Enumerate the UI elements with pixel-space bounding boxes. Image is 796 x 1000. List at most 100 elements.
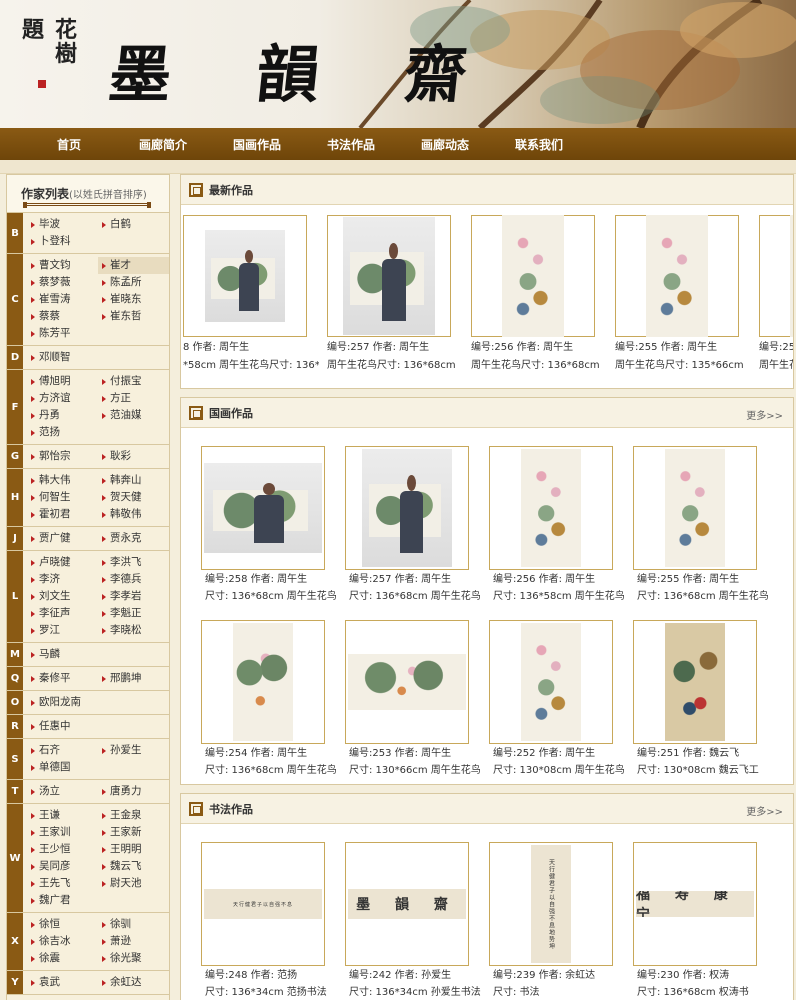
artist-link[interactable]: 罗江 <box>27 622 98 639</box>
artist-link[interactable]: 霍初君 <box>27 506 98 523</box>
artist-link[interactable]: 邢鹏坤 <box>98 670 169 687</box>
artwork-image[interactable] <box>646 215 708 337</box>
artwork-frame[interactable] <box>489 620 613 744</box>
artwork-image[interactable]: 天行健君子以自强不息地势坤 <box>531 845 571 963</box>
artwork-image[interactable] <box>521 623 581 741</box>
artist-link[interactable]: 李洪飞 <box>98 554 169 571</box>
artist-link[interactable]: 汤立 <box>27 783 98 800</box>
artist-link[interactable]: 刘文生 <box>27 588 98 605</box>
artist-link[interactable]: 袁武 <box>27 974 98 991</box>
artwork-image[interactable] <box>362 449 452 567</box>
artist-link[interactable]: 陈孟所 <box>98 274 169 291</box>
artwork-image[interactable] <box>348 654 466 710</box>
artist-link[interactable]: 何智生 <box>27 489 98 506</box>
artist-link[interactable]: 李晓松 <box>98 622 169 639</box>
artist-link[interactable]: 方济谊 <box>27 390 98 407</box>
shufa-more-link[interactable]: 更多>> <box>746 803 783 818</box>
artwork-frame[interactable]: 天行健君子以自强不息 <box>201 842 325 966</box>
artwork-image[interactable] <box>233 623 293 741</box>
artist-link[interactable]: 贺天健 <box>98 489 169 506</box>
artwork-frame[interactable] <box>633 620 757 744</box>
artist-link[interactable]: 李德兵 <box>98 571 169 588</box>
artwork-image[interactable] <box>521 449 581 567</box>
artist-link[interactable]: 卢晓健 <box>27 554 98 571</box>
artwork-frame[interactable]: 福 寿 康 宁 <box>633 842 757 966</box>
artist-link[interactable]: 傅旭明 <box>27 373 98 390</box>
artist-link[interactable]: 徐吉冰 <box>27 933 98 950</box>
artist-link[interactable]: 马麟 <box>27 646 98 663</box>
artist-link[interactable]: 李济 <box>27 571 98 588</box>
artwork-frame[interactable] <box>489 446 613 570</box>
nav-shufa[interactable]: 书法作品 <box>304 136 398 153</box>
artwork-image[interactable] <box>502 215 564 337</box>
artist-link[interactable]: 萧逊 <box>98 933 169 950</box>
artist-link[interactable]: 魏广君 <box>27 892 98 909</box>
nav-guohua[interactable]: 国画作品 <box>210 136 304 153</box>
artwork-frame[interactable] <box>183 215 307 337</box>
artwork-image[interactable] <box>343 217 435 335</box>
artist-link[interactable]: 贾永克 <box>98 530 169 547</box>
artist-link[interactable]: 范扬 <box>27 424 98 441</box>
artist-link[interactable]: 韩大伟 <box>27 472 98 489</box>
artist-link[interactable]: 韩奔山 <box>98 472 169 489</box>
artist-link[interactable]: 吴同彦 <box>27 858 98 875</box>
nav-contact[interactable]: 联系我们 <box>492 136 586 153</box>
artwork-image[interactable]: 墨 韻 齋 <box>348 889 466 919</box>
artist-link[interactable]: 崔东哲 <box>98 308 169 325</box>
artist-link[interactable]: 李魁正 <box>98 605 169 622</box>
artist-link[interactable]: 王先飞 <box>27 875 98 892</box>
latest-carousel[interactable]: 8 作者: 周午生 *58cm 周午生花鸟尺寸: 136*68cm 编号:257 作… <box>181 205 793 388</box>
artist-link[interactable]: 王家训 <box>27 824 98 841</box>
artist-link[interactable]: 魏云飞 <box>98 858 169 875</box>
artist-link[interactable]: 蔡蔡 <box>27 308 98 325</box>
artist-link[interactable]: 蔡梦薇 <box>27 274 98 291</box>
artist-link[interactable]: 王谦 <box>27 807 98 824</box>
artwork-image[interactable]: 福 寿 康 宁 <box>636 891 754 917</box>
artist-link[interactable]: 石齐 <box>27 742 98 759</box>
artist-link[interactable]: 唐勇力 <box>98 783 169 800</box>
artist-link[interactable]: 王少恒 <box>27 841 98 858</box>
artist-link[interactable]: 秦修平 <box>27 670 98 687</box>
artist-link[interactable]: 李孝岩 <box>98 588 169 605</box>
artist-link[interactable]: 王明明 <box>98 841 169 858</box>
artist-link[interactable]: 韩敬伟 <box>98 506 169 523</box>
artist-link[interactable]: 毕波 <box>27 216 98 233</box>
artist-link[interactable]: 崔雪涛 <box>27 291 98 308</box>
artist-link[interactable]: 陈芳平 <box>27 325 98 342</box>
artwork-frame[interactable] <box>327 215 451 337</box>
artist-link[interactable]: 卜登科 <box>27 233 98 250</box>
artwork-image[interactable] <box>790 215 793 337</box>
artwork-frame[interactable] <box>345 446 469 570</box>
artist-link[interactable]: 任惠中 <box>27 718 98 735</box>
artist-link[interactable]: 王家新 <box>98 824 169 841</box>
artwork-frame[interactable] <box>201 620 325 744</box>
artwork-frame[interactable] <box>471 215 595 337</box>
artwork-frame[interactable]: 天行健君子以自强不息地势坤 <box>489 842 613 966</box>
artwork-image[interactable] <box>204 463 322 553</box>
artwork-frame[interactable]: 墨 韻 齋 <box>345 842 469 966</box>
artwork-frame[interactable] <box>201 446 325 570</box>
artwork-image[interactable] <box>205 230 285 322</box>
artwork-frame[interactable] <box>633 446 757 570</box>
artist-link[interactable]: 徐恒 <box>27 916 98 933</box>
artwork-frame[interactable] <box>615 215 739 337</box>
artist-link[interactable]: 崔才 <box>98 257 169 274</box>
artist-link[interactable]: 方正 <box>98 390 169 407</box>
artist-link[interactable]: 孙爱生 <box>98 742 169 759</box>
nav-about[interactable]: 画廊简介 <box>116 136 210 153</box>
artwork-image[interactable] <box>665 449 725 567</box>
artist-link[interactable]: 耿彩 <box>98 448 169 465</box>
artwork-frame[interactable] <box>345 620 469 744</box>
artist-link[interactable]: 徐驯 <box>98 916 169 933</box>
artist-link[interactable]: 白鹤 <box>98 216 169 233</box>
artist-link[interactable]: 王金泉 <box>98 807 169 824</box>
artist-link[interactable]: 郭怡宗 <box>27 448 98 465</box>
artwork-image[interactable]: 天行健君子以自强不息 <box>204 889 322 919</box>
artist-link[interactable]: 李征声 <box>27 605 98 622</box>
artist-link[interactable]: 余虹达 <box>98 974 169 991</box>
artist-link[interactable]: 欧阳龙南 <box>27 694 98 711</box>
artist-link[interactable]: 徐光聚 <box>98 950 169 967</box>
artist-link[interactable]: 单德国 <box>27 759 98 776</box>
artist-link[interactable]: 贾广健 <box>27 530 98 547</box>
artist-link[interactable]: 曹文钧 <box>27 257 98 274</box>
